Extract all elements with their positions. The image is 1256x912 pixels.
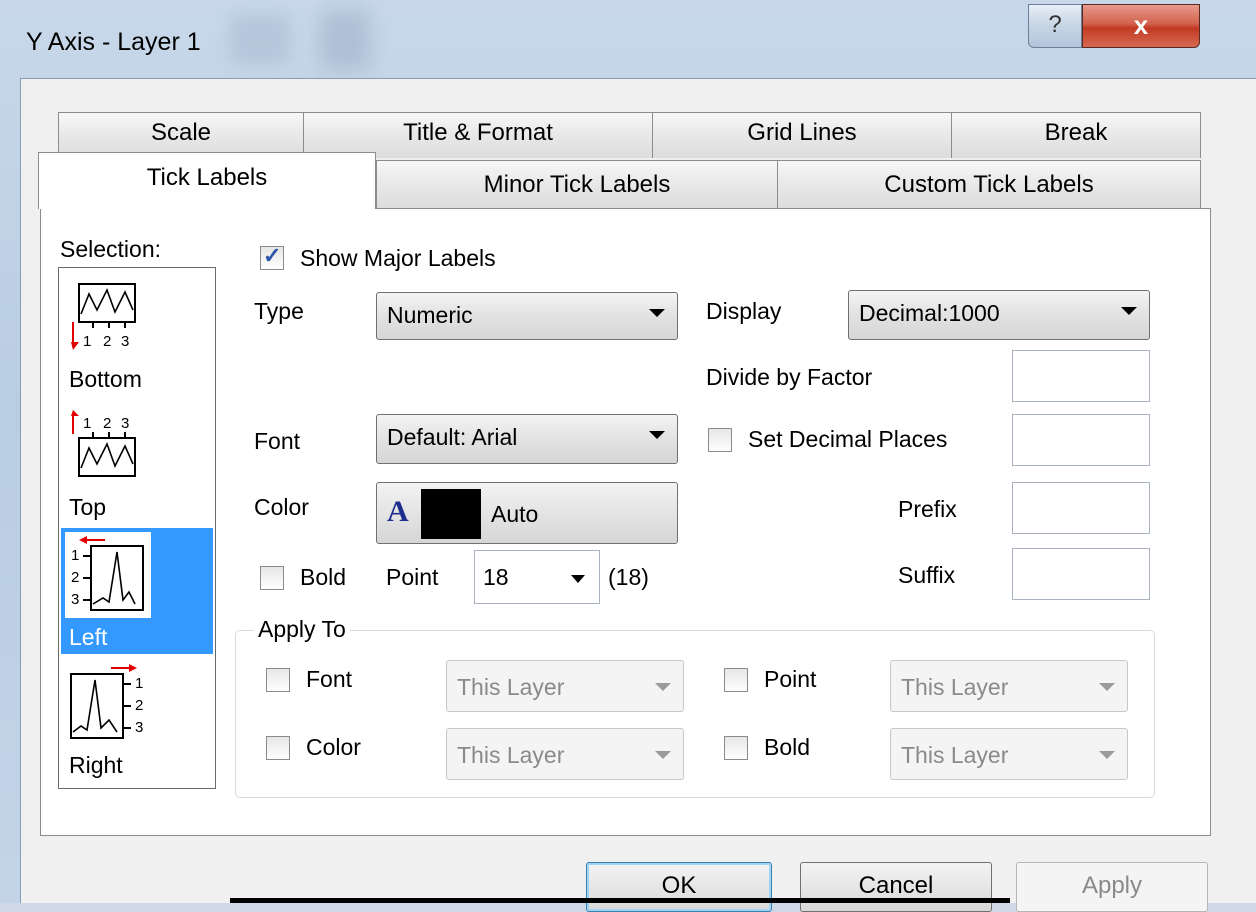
tab-tick-labels[interactable]: Tick Labels <box>38 152 376 209</box>
apply-point-checkbox[interactable] <box>724 668 748 692</box>
selection-item-left[interactable]: 1 2 3 Left <box>61 528 213 654</box>
color-label: Color <box>254 494 309 520</box>
apply-font-dropdown[interactable]: This Layer <box>446 660 684 712</box>
svg-text:2: 2 <box>103 415 111 432</box>
color-button[interactable]: A Auto <box>376 482 678 544</box>
set-decimal-places-checkbox[interactable] <box>708 428 732 452</box>
titlebar-glass-reflection <box>320 10 370 70</box>
font-color-icon: A <box>387 495 409 528</box>
apply-bold-label: Bold <box>764 734 811 760</box>
right-axis-icon: 1 2 3 <box>70 664 143 739</box>
tab-grid-lines[interactable]: Grid Lines <box>652 112 952 158</box>
svg-text:1: 1 <box>83 333 91 350</box>
bold-checkbox[interactable] <box>260 566 284 590</box>
apply-color-dropdown[interactable]: This Layer <box>446 728 684 780</box>
bottom-axis-icon: 1 2 3 <box>71 283 136 350</box>
point-label: Point <box>386 564 439 590</box>
chevron-down-icon <box>655 751 671 759</box>
svg-text:1: 1 <box>135 675 143 692</box>
chevron-down-icon <box>571 575 585 583</box>
apply-font-checkbox[interactable] <box>266 668 290 692</box>
svg-text:1: 1 <box>83 415 91 432</box>
font-label: Font <box>254 428 301 454</box>
help-button[interactable]: ? <box>1028 4 1082 48</box>
apply-button[interactable]: Apply <box>1016 862 1208 912</box>
tab-custom-tick-labels[interactable]: Custom Tick Labels <box>777 160 1201 208</box>
point-value: 18 <box>483 564 509 590</box>
point-hint: (18) <box>608 564 649 590</box>
cancel-button[interactable]: Cancel <box>800 862 992 912</box>
selection-item-top[interactable]: 1 2 3 Top <box>61 398 213 524</box>
apply-color-checkbox[interactable] <box>266 736 290 760</box>
close-button[interactable]: x <box>1082 4 1200 48</box>
selection-item-right[interactable]: 1 2 3 Right <box>61 658 213 784</box>
chevron-down-icon <box>655 683 671 691</box>
apply-bold-checkbox[interactable] <box>724 736 748 760</box>
font-value: Default: Arial <box>387 424 518 450</box>
apply-color-label: Color <box>306 734 361 760</box>
svg-text:2: 2 <box>135 697 143 714</box>
apply-point-label: Point <box>764 666 817 692</box>
svg-text:3: 3 <box>121 333 129 350</box>
color-swatch <box>421 489 481 539</box>
suffix-input[interactable] <box>1012 548 1150 600</box>
window-title: Y Axis - Layer 1 <box>26 28 201 56</box>
svg-text:2: 2 <box>71 569 79 586</box>
titlebar-glass-reflection <box>230 14 290 64</box>
bold-label: Bold <box>300 564 347 590</box>
tab-minor-tick-labels[interactable]: Minor Tick Labels <box>376 160 778 208</box>
apply-font-label: Font <box>306 666 353 692</box>
apply-bold-dropdown[interactable]: This Layer <box>890 728 1128 780</box>
svg-text:2: 2 <box>103 333 111 350</box>
set-decimal-places-label: Set Decimal Places <box>748 426 948 452</box>
selection-item-label: Left <box>69 624 108 650</box>
close-icon: x <box>1133 10 1149 40</box>
ok-button[interactable]: OK <box>586 862 772 912</box>
chevron-down-icon <box>649 309 665 317</box>
type-label: Type <box>254 298 304 324</box>
show-major-labels-checkbox[interactable] <box>260 243 284 270</box>
selection-label: Selection: <box>60 236 162 262</box>
chevron-down-icon <box>1121 307 1137 315</box>
selection-item-bottom[interactable]: 1 2 3 Bottom <box>61 270 213 396</box>
svg-text:1: 1 <box>71 547 79 564</box>
chevron-down-icon <box>1099 683 1115 691</box>
show-major-labels-label: Show Major Labels <box>300 245 496 271</box>
svg-text:3: 3 <box>135 719 143 736</box>
tab-break[interactable]: Break <box>951 112 1201 158</box>
svg-text:3: 3 <box>71 591 79 608</box>
color-value: Auto <box>491 501 539 527</box>
selection-item-label: Right <box>69 752 123 778</box>
font-dropdown[interactable]: Default: Arial <box>376 414 678 464</box>
help-icon: ? <box>1048 11 1062 38</box>
selection-item-label: Bottom <box>69 366 142 392</box>
prefix-label: Prefix <box>898 496 957 522</box>
display-label: Display <box>706 298 782 324</box>
chevron-down-icon <box>1099 751 1115 759</box>
display-dropdown[interactable]: Decimal:1000 <box>848 290 1150 340</box>
divide-by-factor-input[interactable] <box>1012 350 1150 402</box>
prefix-input[interactable] <box>1012 482 1150 534</box>
apply-to-title: Apply To <box>254 616 350 643</box>
selection-item-label: Top <box>69 494 107 520</box>
suffix-label: Suffix <box>898 562 956 588</box>
divide-by-factor-label: Divide by Factor <box>706 364 873 390</box>
decimal-places-input[interactable] <box>1012 414 1150 466</box>
screenshot-edge-bar <box>230 898 1010 903</box>
apply-point-dropdown[interactable]: This Layer <box>890 660 1128 712</box>
selection-list[interactable]: 1 2 3 Bottom 1 2 3 Top 1 2 3 Left 1 2 3 … <box>58 267 216 789</box>
display-value: Decimal:1000 <box>859 300 1000 326</box>
type-value: Numeric <box>387 302 473 328</box>
point-combo[interactable]: 18 <box>474 550 600 604</box>
svg-text:3: 3 <box>121 415 129 432</box>
top-axis-icon: 1 2 3 <box>71 410 136 477</box>
left-axis-icon: 1 2 3 <box>65 532 151 618</box>
type-dropdown[interactable]: Numeric <box>376 292 678 340</box>
chevron-down-icon <box>649 431 665 439</box>
